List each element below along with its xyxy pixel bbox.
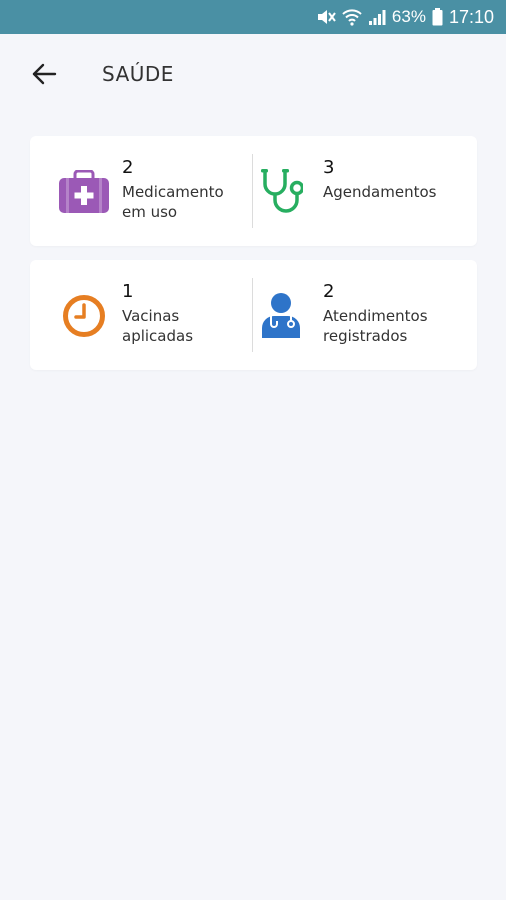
wifi-icon (342, 8, 362, 26)
arrow-left-icon (31, 63, 57, 89)
status-bar: 63% 17:10 (0, 0, 506, 34)
appointments-count: 3 (323, 157, 335, 178)
signal-icon (368, 8, 386, 26)
medications-label-line1: Medicamento (122, 183, 224, 201)
back-button[interactable] (26, 58, 62, 94)
appointments-item[interactable]: 3 Agendamentos (253, 136, 475, 246)
mute-icon (316, 8, 336, 26)
vaccines-label-line1: Vacinas (122, 307, 180, 325)
vaccines-label: Vacinas aplicadas (122, 306, 247, 346)
consultations-label: Atendimentos registrados (323, 306, 468, 346)
appointments-label-line1: Agendamentos (323, 183, 437, 201)
vaccines-applied-item[interactable]: 1 Vacinas aplicadas (30, 260, 252, 370)
consultations-count: 2 (323, 281, 335, 302)
medications-label: Medicamento em uso (122, 182, 247, 222)
medications-count: 2 (122, 157, 134, 178)
page-title: SAÚDE (102, 62, 174, 86)
medications-in-use-item[interactable]: 2 Medicamento em uso (30, 136, 252, 246)
medical-kit-icon (56, 169, 112, 215)
consultations-item[interactable]: 2 Atendimentos registrados (253, 260, 475, 370)
summary-card: 1 Vacinas aplicadas 2 Atendimentos regis… (30, 260, 477, 370)
appointments-label: Agendamentos (323, 182, 468, 202)
stethoscope-icon (253, 169, 309, 215)
clock-time: 17:10 (448, 6, 494, 27)
consultations-label-line1: Atendimentos (323, 307, 428, 325)
clock-icon (56, 293, 112, 339)
app-bar: SAÚDE (0, 34, 506, 114)
vaccines-count: 1 (122, 281, 134, 302)
medications-label-line2: em uso (122, 203, 178, 221)
battery-percent: 63% (391, 7, 426, 26)
doctor-icon (253, 293, 309, 339)
summary-card: 2 Medicamento em uso 3 Agendamentos (30, 136, 477, 246)
battery-icon (432, 8, 443, 26)
vaccines-label-line2: aplicadas (122, 327, 194, 345)
consultations-label-line2: registrados (323, 327, 408, 345)
